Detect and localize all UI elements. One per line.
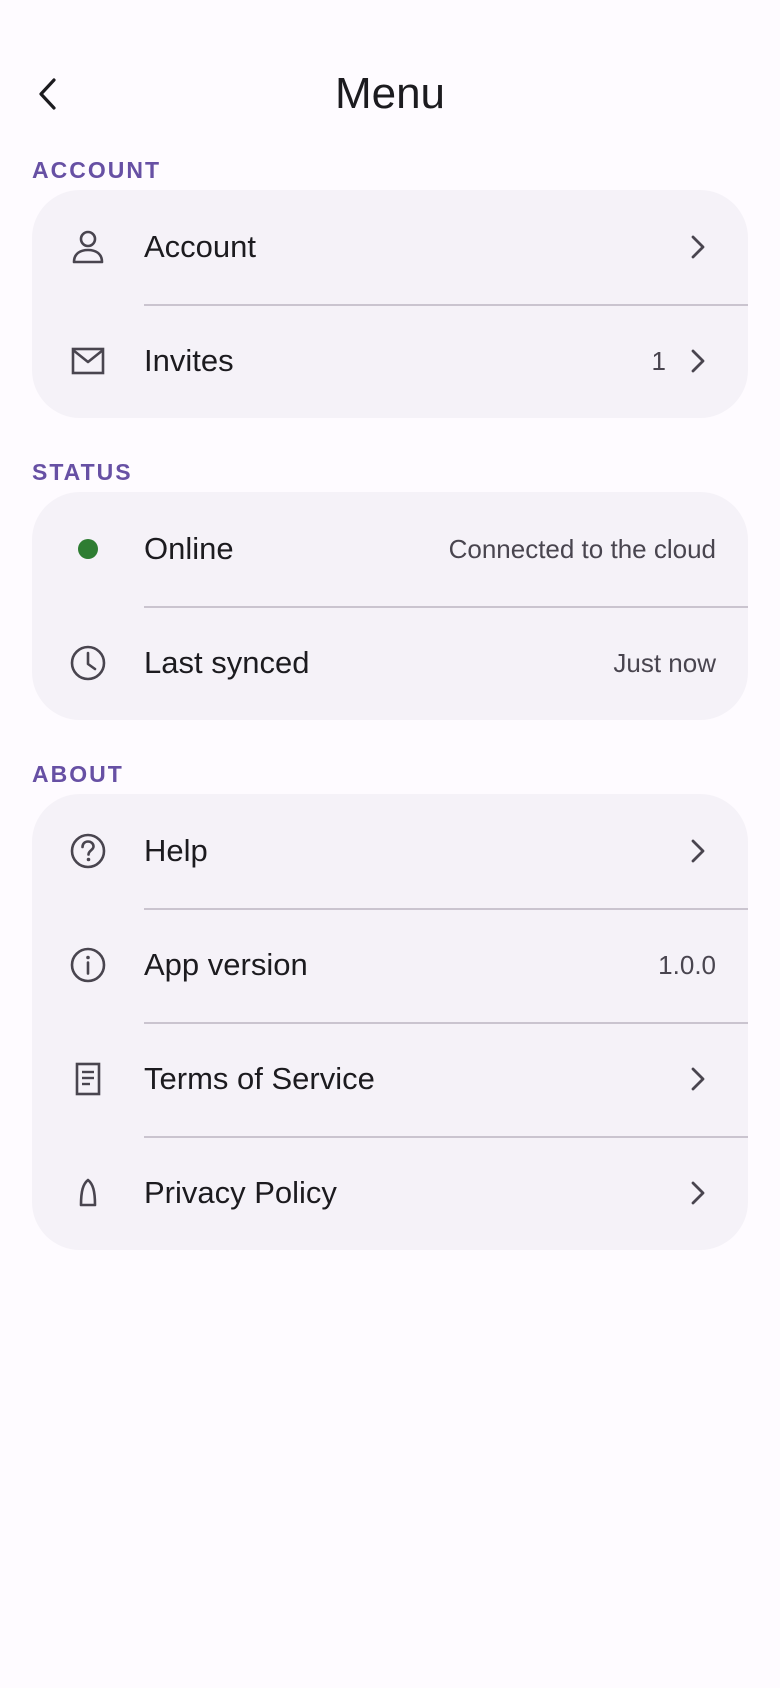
account-card: Account Invites 1: [32, 190, 748, 418]
app-version-value: 1.0.0: [658, 949, 716, 980]
menu-item-label: App version: [144, 947, 308, 982]
mail-icon: [71, 347, 105, 375]
menu-item-terms-of-service[interactable]: Terms of Service: [32, 1022, 748, 1136]
menu-item-label: Privacy Policy: [144, 1175, 337, 1210]
last-synced-value: Just now: [613, 647, 716, 678]
chevron-right-icon: [684, 837, 712, 865]
chevron-right-icon: [684, 1179, 712, 1207]
chevron-right-icon: [684, 1065, 712, 1093]
last-synced-label: Last synced: [144, 645, 310, 680]
menu-item-label: Invites: [144, 343, 234, 378]
top-app-bar: Menu: [0, 50, 780, 138]
status-dot-icon: [78, 539, 98, 559]
section-header-account: ACCOUNT: [32, 157, 161, 183]
menu-item-invites[interactable]: Invites 1: [32, 304, 748, 418]
menu-content: ACCOUNT Account Invites 1 STATUS Online …: [32, 150, 748, 1284]
clock-icon: [69, 644, 107, 682]
menu-item-account[interactable]: Account: [32, 190, 748, 304]
menu-item-label: Terms of Service: [144, 1061, 375, 1096]
status-card: Online Connected to the cloud Last synce…: [32, 492, 748, 720]
menu-item-label: Account: [144, 229, 257, 264]
person-icon: [71, 229, 105, 265]
menu-screen: Menu ACCOUNT Account Invites 1 STATUS On…: [0, 0, 780, 1688]
chevron-right-icon: [684, 233, 712, 261]
privacy-icon: [74, 1177, 102, 1209]
status-item-online: Online Connected to the cloud: [32, 492, 748, 606]
status-label: Online: [144, 531, 234, 566]
chevron-right-icon: [684, 347, 712, 375]
menu-item-label: Help: [144, 833, 208, 868]
invites-count-badge: 1: [651, 345, 666, 376]
status-item-last-synced: Last synced Just now: [32, 606, 748, 720]
menu-item-privacy-policy[interactable]: Privacy Policy: [32, 1136, 748, 1250]
page-title: Menu: [334, 69, 446, 118]
menu-item-help[interactable]: Help: [32, 794, 748, 908]
menu-item-app-version: App version 1.0.0: [32, 908, 748, 1022]
help-circle-icon: [69, 832, 107, 870]
about-card: Help App version 1.0.0 Terms of Service …: [32, 794, 748, 1250]
document-icon: [74, 1061, 102, 1097]
section-header-status: STATUS: [32, 459, 133, 485]
section-header-about: ABOUT: [32, 761, 124, 787]
info-circle-icon: [69, 946, 107, 984]
status-value: Connected to the cloud: [448, 533, 716, 564]
